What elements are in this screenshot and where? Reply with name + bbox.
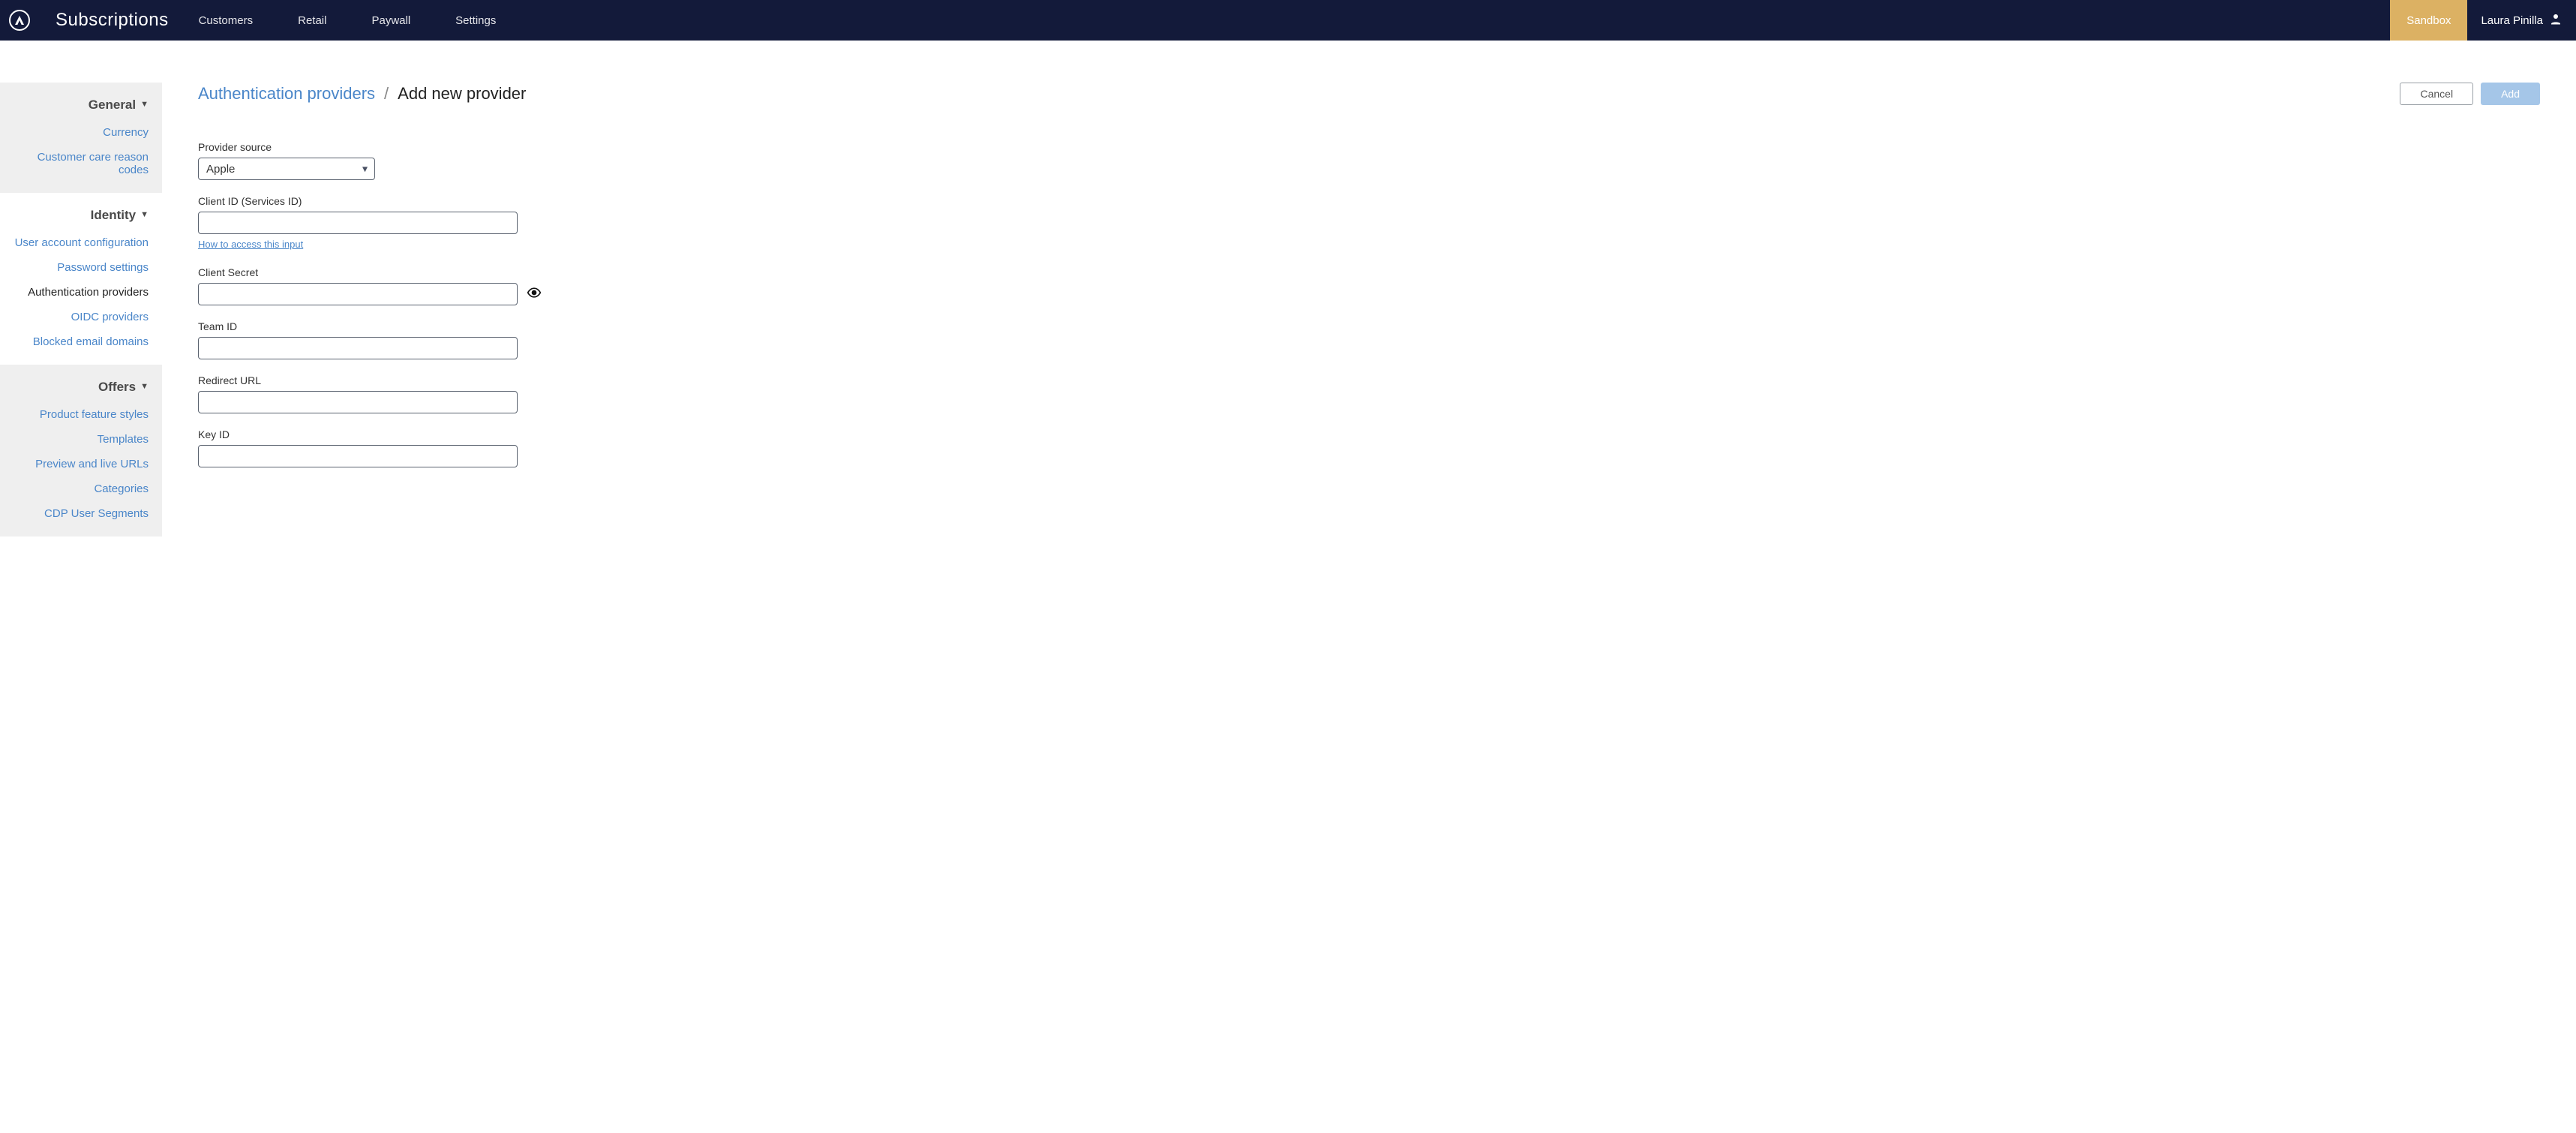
field-label-team-id: Team ID [198, 320, 528, 332]
sidebar-item-preview-live-urls[interactable]: Preview and live URLs [6, 452, 149, 476]
sidebar-item-user-account-configuration[interactable]: User account configuration [6, 230, 149, 255]
field-label-provider-source: Provider source [198, 141, 528, 153]
brand-logo-icon [14, 14, 26, 26]
chevron-down-icon: ▼ [140, 210, 149, 219]
nav-link-retail[interactable]: Retail [298, 14, 326, 27]
key-id-input[interactable] [198, 445, 518, 467]
sidebar-group-identity: Identity ▼ User account configuration Pa… [0, 193, 162, 365]
nav-link-paywall[interactable]: Paywall [371, 14, 410, 27]
main-content: Authentication providers / Add new provi… [162, 41, 2576, 1133]
nav-link-settings[interactable]: Settings [455, 14, 496, 27]
sidebar-group-title-general[interactable]: General ▼ [6, 93, 149, 120]
page-actions: Cancel Add [2400, 83, 2540, 105]
sidebar-item-customer-care-reason-codes[interactable]: Customer care reason codes [6, 145, 149, 182]
sidebar-item-password-settings[interactable]: Password settings [6, 255, 149, 280]
field-redirect-url: Redirect URL [198, 374, 528, 413]
sidebar-group-title-label: General [89, 98, 136, 113]
sidebar-group-title-offers[interactable]: Offers ▼ [6, 375, 149, 402]
user-icon [2549, 12, 2562, 29]
sidebar-group-title-identity[interactable]: Identity ▼ [6, 203, 149, 230]
cancel-button[interactable]: Cancel [2400, 83, 2473, 105]
sidebar-group-title-label: Offers [98, 380, 136, 395]
sidebar-group-general: General ▼ Currency Customer care reason … [0, 83, 162, 193]
reveal-secret-icon[interactable] [527, 285, 542, 304]
field-client-secret: Client Secret [198, 266, 528, 305]
field-client-id: Client ID (Services ID) How to access th… [198, 195, 528, 251]
nav-link-customers[interactable]: Customers [199, 14, 254, 27]
client-id-input[interactable] [198, 212, 518, 234]
field-team-id: Team ID [198, 320, 528, 359]
sidebar-item-blocked-email-domains[interactable]: Blocked email domains [6, 329, 149, 354]
field-label-key-id: Key ID [198, 428, 528, 440]
sidebar-item-product-feature-styles[interactable]: Product feature styles [6, 402, 149, 427]
add-button[interactable]: Add [2481, 83, 2540, 105]
field-label-client-id: Client ID (Services ID) [198, 195, 528, 207]
breadcrumb-current: Add new provider [398, 84, 526, 104]
app-title: Subscriptions [56, 10, 169, 31]
nav-links: Customers Retail Paywall Settings [199, 14, 497, 27]
breadcrumb: Authentication providers / Add new provi… [198, 84, 526, 104]
sidebar-item-oidc-providers[interactable]: OIDC providers [6, 305, 149, 329]
brand-logo[interactable] [9, 10, 30, 31]
field-provider-source: Provider source Apple ▾ [198, 141, 528, 180]
sidebar: General ▼ Currency Customer care reason … [0, 41, 162, 1133]
sidebar-item-currency[interactable]: Currency [6, 120, 149, 145]
sidebar-item-authentication-providers[interactable]: Authentication providers [6, 280, 149, 305]
sidebar-item-categories[interactable]: Categories [6, 476, 149, 501]
client-id-help-link[interactable]: How to access this input [198, 239, 303, 250]
sidebar-item-templates[interactable]: Templates [6, 427, 149, 452]
chevron-down-icon: ▼ [140, 100, 149, 109]
provider-source-select[interactable]: Apple [198, 158, 375, 180]
redirect-url-input[interactable] [198, 391, 518, 413]
sidebar-group-title-label: Identity [91, 208, 136, 223]
environment-badge[interactable]: Sandbox [2390, 0, 2467, 41]
sidebar-group-offers: Offers ▼ Product feature styles Template… [0, 365, 162, 536]
top-navbar: Subscriptions Customers Retail Paywall S… [0, 0, 2576, 41]
chevron-down-icon: ▼ [140, 382, 149, 391]
team-id-input[interactable] [198, 337, 518, 359]
field-label-redirect-url: Redirect URL [198, 374, 528, 386]
user-name: Laura Pinilla [2481, 14, 2543, 27]
breadcrumb-sep: / [384, 84, 389, 104]
field-key-id: Key ID [198, 428, 528, 467]
field-label-client-secret: Client Secret [198, 266, 528, 278]
client-secret-input[interactable] [198, 283, 518, 305]
page-header: Authentication providers / Add new provi… [198, 83, 2540, 105]
breadcrumb-parent[interactable]: Authentication providers [198, 84, 375, 104]
sidebar-item-cdp-user-segments[interactable]: CDP User Segments [6, 501, 149, 526]
user-menu[interactable]: Laura Pinilla [2467, 0, 2576, 41]
